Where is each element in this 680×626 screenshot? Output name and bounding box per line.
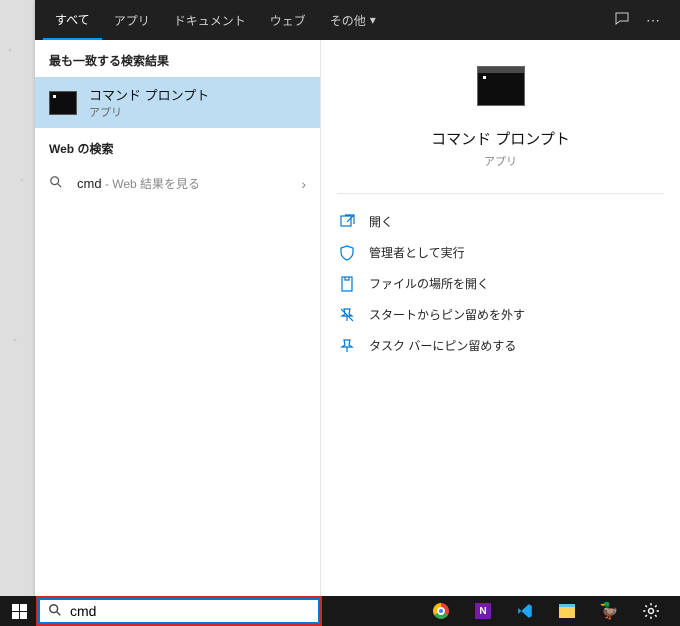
action-run-admin[interactable]: 管理者として実行: [333, 237, 668, 268]
tab-web[interactable]: ウェブ: [258, 0, 318, 40]
web-text: cmd - Web 結果を見る: [77, 175, 287, 192]
action-list: 開く 管理者として実行 ファイルの場所を開く スタートからピン留めを外す タスク…: [321, 202, 680, 365]
result-title: コマンド プロンプト: [89, 85, 209, 104]
chrome-icon[interactable]: [420, 596, 462, 626]
action-pin-taskbar-label: タスク バーにピン留めする: [369, 337, 516, 354]
web-suffix: - Web 結果を見る: [102, 177, 200, 191]
search-panel: すべて アプリ ドキュメント ウェブ その他 ▾ ⋯ 最も一致する検索結果 コマ…: [35, 0, 680, 596]
taskbar-search-box[interactable]: [38, 598, 320, 624]
taskbar: N 🦆: [0, 596, 680, 626]
result-texts: コマンド プロンプト アプリ: [89, 85, 209, 120]
result-subtitle: アプリ: [89, 104, 209, 120]
pin-icon: [339, 338, 355, 354]
preview-column: コマンド プロンプト アプリ 開く 管理者として実行 ファイルの場所を開く: [321, 40, 680, 596]
section-web: Web の検索: [35, 128, 320, 165]
cmd-icon: [49, 91, 77, 115]
action-pin-taskbar[interactable]: タスク バーにピン留めする: [333, 330, 668, 361]
chevron-right-icon: ›: [301, 176, 306, 192]
search-icon: [49, 175, 63, 192]
tab-apps[interactable]: アプリ: [102, 0, 162, 40]
preview-header: コマンド プロンプト アプリ: [321, 40, 680, 169]
web-result[interactable]: cmd - Web 結果を見る ›: [35, 165, 320, 202]
action-open-location-label: ファイルの場所を開く: [369, 275, 489, 292]
action-run-admin-label: 管理者として実行: [369, 244, 465, 261]
web-query: cmd: [77, 176, 102, 191]
content-row: 最も一致する検索結果 コマンド プロンプト アプリ Web の検索 cmd - …: [35, 40, 680, 596]
windows-logo-icon: [12, 604, 27, 619]
tab-all[interactable]: すべて: [43, 0, 102, 40]
tab-more-label: その他: [330, 12, 366, 29]
section-best-match: 最も一致する検索結果: [35, 40, 320, 77]
divider: [337, 193, 664, 194]
results-column: 最も一致する検索結果 コマンド プロンプト アプリ Web の検索 cmd - …: [35, 40, 321, 596]
action-open-label: 開く: [369, 213, 393, 230]
onenote-icon[interactable]: N: [462, 596, 504, 626]
action-unpin-start[interactable]: スタートからピン留めを外す: [333, 299, 668, 330]
search-icon: [48, 603, 62, 620]
start-button[interactable]: [0, 596, 38, 626]
desktop-background: [0, 0, 35, 596]
admin-icon: [339, 245, 355, 261]
action-unpin-start-label: スタートからピン留めを外す: [369, 306, 525, 323]
action-open[interactable]: 開く: [333, 206, 668, 237]
taskbar-icons: N 🦆: [420, 596, 680, 626]
feedback-icon[interactable]: [606, 11, 638, 30]
preview-title: コマンド プロンプト: [321, 128, 680, 149]
vscode-icon[interactable]: [504, 596, 546, 626]
preview-cmd-icon: [477, 66, 525, 106]
search-input[interactable]: [70, 603, 310, 619]
tabs-bar: すべて アプリ ドキュメント ウェブ その他 ▾ ⋯: [35, 0, 680, 40]
action-open-location[interactable]: ファイルの場所を開く: [333, 268, 668, 299]
unpin-icon: [339, 307, 355, 323]
folder-icon: [339, 276, 355, 292]
chevron-down-icon: ▾: [370, 13, 376, 27]
tab-documents[interactable]: ドキュメント: [162, 0, 258, 40]
explorer-icon[interactable]: [546, 596, 588, 626]
more-icon[interactable]: ⋯: [638, 12, 668, 29]
preview-subtitle: アプリ: [321, 153, 680, 169]
duck-icon[interactable]: 🦆: [588, 596, 630, 626]
result-cmd[interactable]: コマンド プロンプト アプリ: [35, 77, 320, 128]
open-icon: [339, 214, 355, 230]
tab-more[interactable]: その他 ▾: [318, 0, 388, 40]
settings-icon[interactable]: [630, 596, 672, 626]
